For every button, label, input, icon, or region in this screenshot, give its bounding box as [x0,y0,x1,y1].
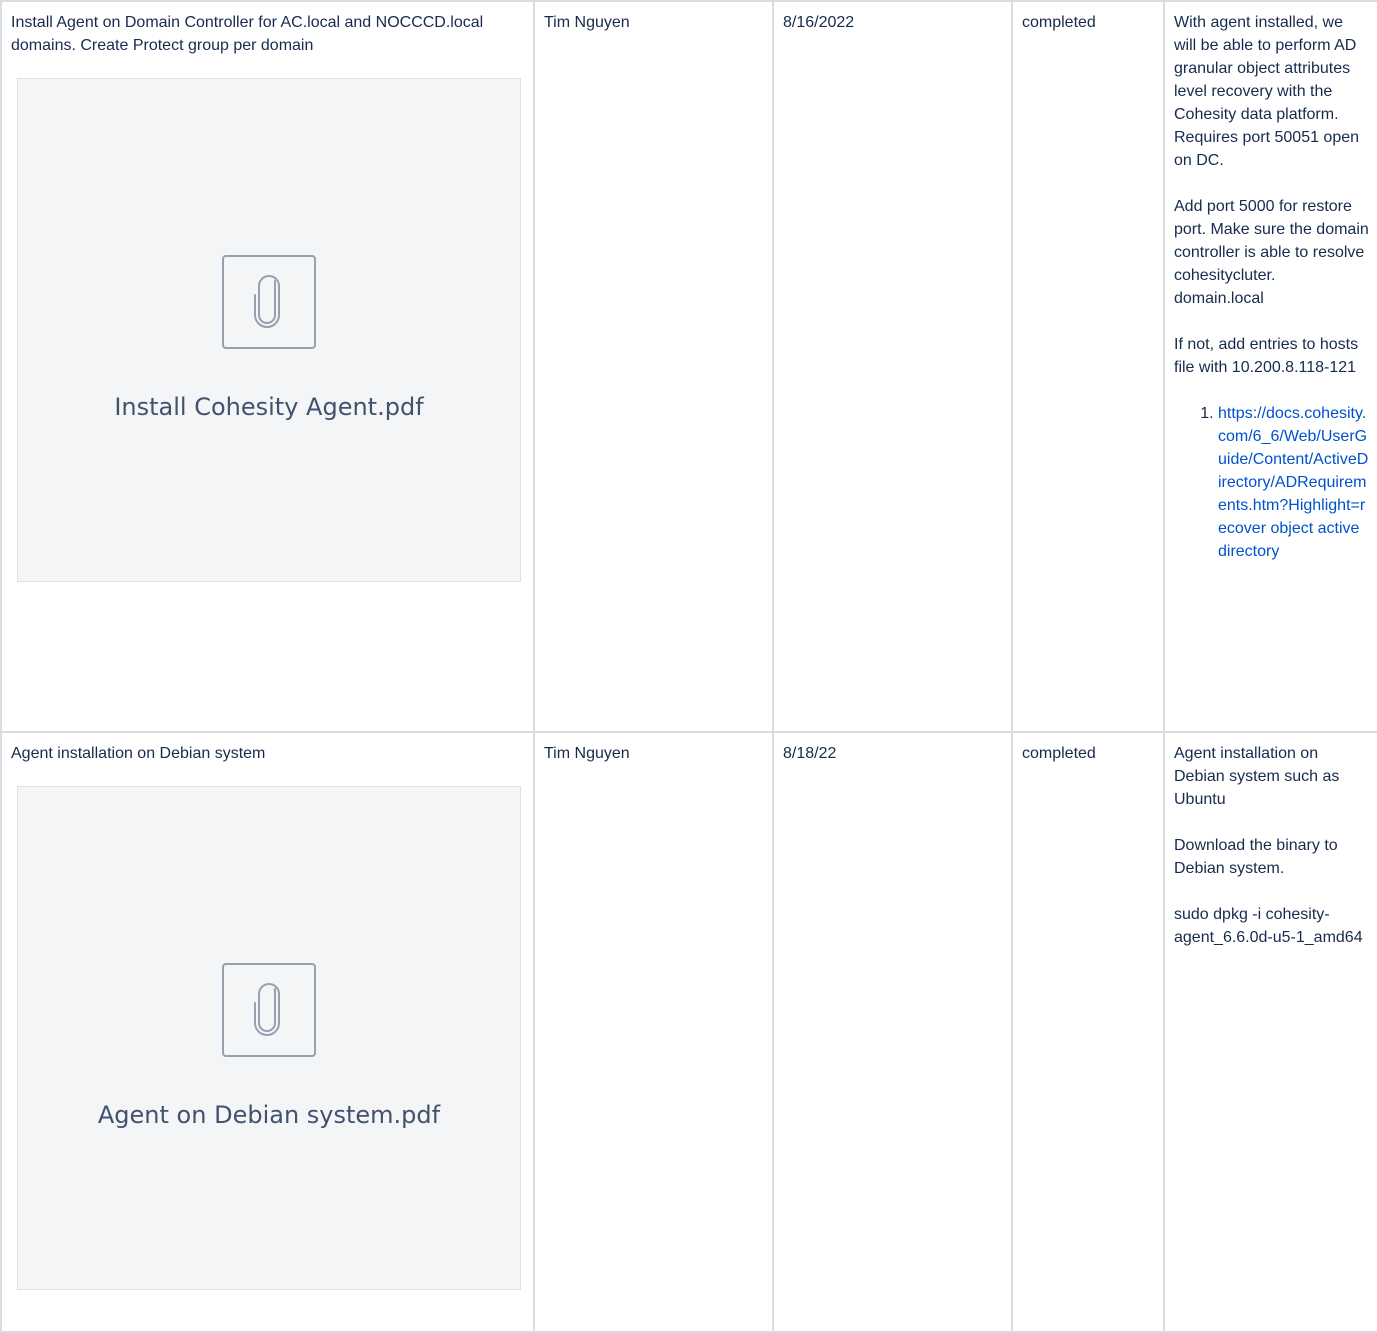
owner-cell: Tim Nguyen [533,731,774,1333]
notes-paragraph: Agent installation on Debian system such… [1174,745,1340,808]
docs-link[interactable]: https://docs.cohesity.com/6_6/Web/UserGu… [1218,405,1368,560]
list-item: https://docs.cohesity.com/6_6/Web/UserGu… [1218,402,1369,563]
notes-paragraph: If not, add entries to hosts file with 1… [1174,336,1359,376]
attachment-filename: Install Cohesity Agent.pdf [114,393,424,421]
notes-paragraph: Download the binary to Debian system. [1174,837,1338,877]
notes-paragraph: sudo dpkg -i cohesity-agent_6.6.0d-u5-1_… [1174,906,1363,946]
date-cell: 8/18/22 [772,731,1013,1333]
table-row: Agent installation on Debian system Agen… [0,731,1377,1333]
owner-cell: Tim Nguyen [533,0,774,733]
notes-paragraph: With agent installed, we will be able to… [1174,14,1360,169]
paperclip-icon [222,963,316,1057]
attachment-preview[interactable]: Agent on Debian system.pdf [17,786,521,1290]
status-cell: completed [1011,0,1165,733]
notes-cell: With agent installed, we will be able to… [1163,0,1377,733]
notes-link-list: https://docs.cohesity.com/6_6/Web/UserGu… [1174,402,1369,563]
notes-paragraph: Add port 5000 for restore port. Make sur… [1174,198,1369,307]
task-cell: Agent installation on Debian system Agen… [0,731,535,1333]
paperclip-icon [222,255,316,349]
table-row: Install Agent on Domain Controller for A… [0,0,1377,733]
date-cell: 8/16/2022 [772,0,1013,733]
tasks-table: Install Agent on Domain Controller for A… [0,0,1377,1333]
task-cell: Install Agent on Domain Controller for A… [0,0,535,733]
attachment-preview[interactable]: Install Cohesity Agent.pdf [17,78,521,582]
task-description: Install Agent on Domain Controller for A… [11,14,484,54]
notes-cell: Agent installation on Debian system such… [1163,731,1377,1333]
task-description: Agent installation on Debian system [11,745,266,762]
status-cell: completed [1011,731,1165,1333]
attachment-filename: Agent on Debian system.pdf [97,1101,441,1129]
